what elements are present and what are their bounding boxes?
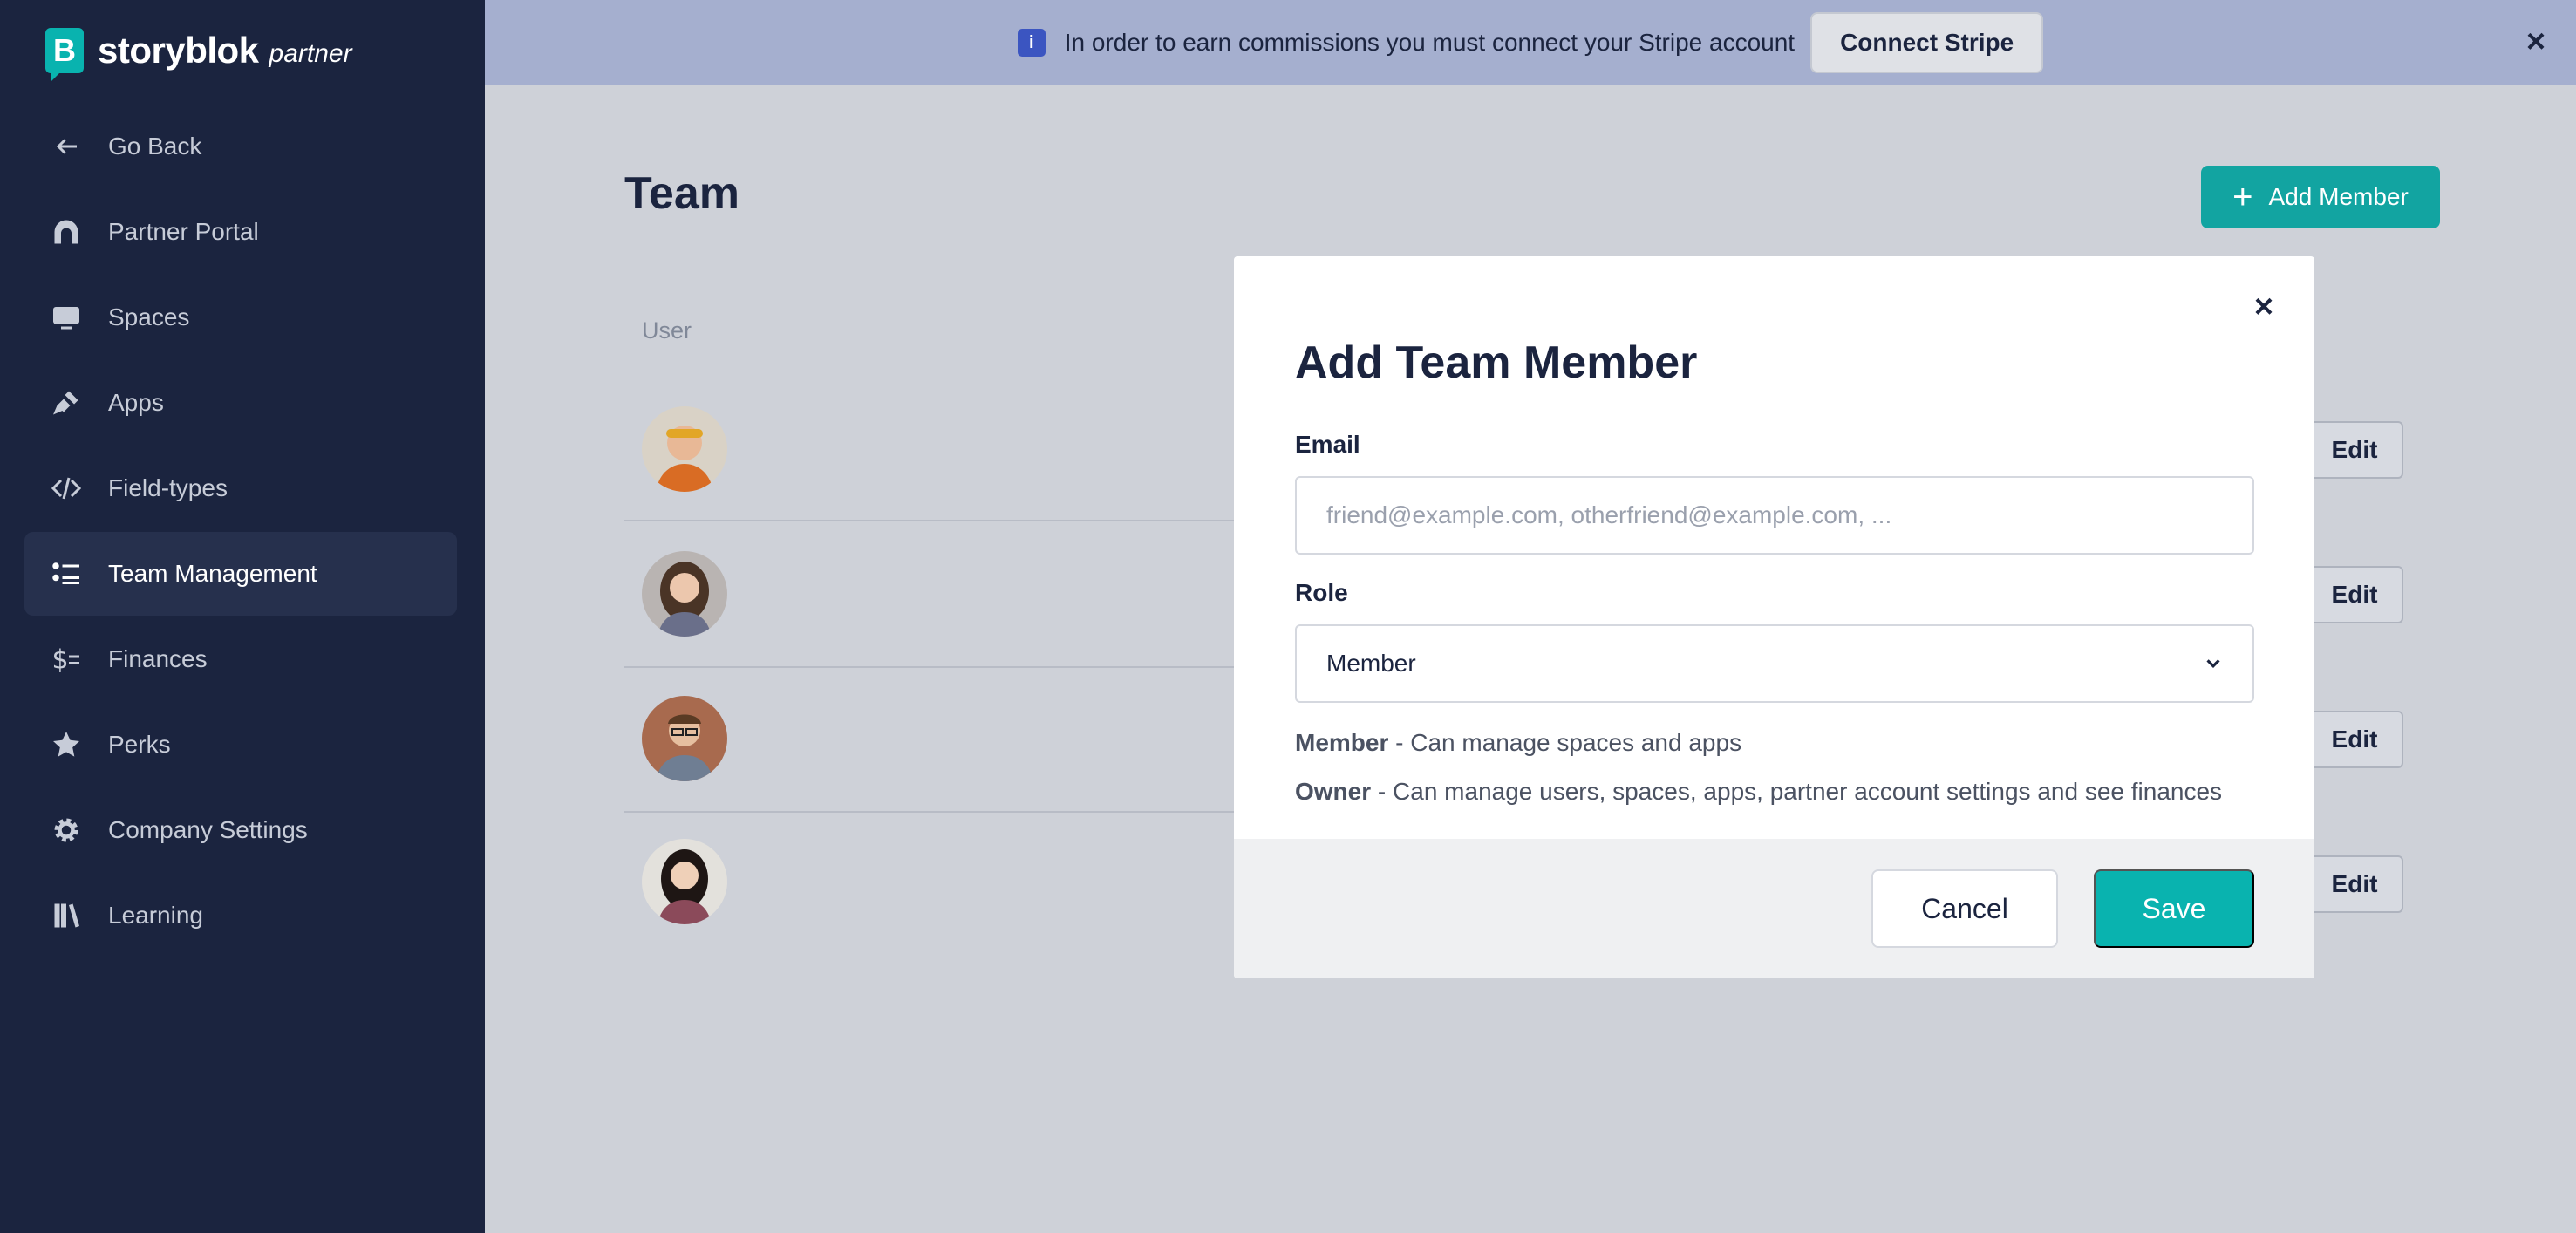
role-description-member: Member - Can manage spaces and apps	[1295, 729, 1741, 757]
role-select[interactable]: Member	[1295, 624, 2254, 703]
brand-name: storyblok	[98, 30, 259, 71]
books-icon	[51, 900, 82, 931]
role-label: Role	[1295, 579, 1348, 606]
sidebar-item-perks[interactable]: Perks	[24, 703, 457, 787]
save-button[interactable]: Save	[2094, 869, 2254, 948]
sidebar-item-label: Learning	[108, 902, 203, 929]
svg-text:$: $	[52, 645, 69, 676]
stripe-banner: i In order to earn commissions you must …	[485, 0, 2576, 85]
sidebar-item-label: Partner Portal	[108, 218, 259, 245]
brand-sub: partner	[269, 39, 352, 68]
info-icon: i	[1017, 29, 1046, 57]
edit-button[interactable]: Edit	[2306, 566, 2403, 623]
sidebar-item-label: Finances	[108, 645, 208, 672]
sidebar-item-label: Apps	[108, 389, 164, 416]
arrow-left-icon	[51, 131, 82, 162]
email-label: Email	[1295, 431, 1360, 458]
sidebar-item-team-management[interactable]: Team Management	[24, 532, 457, 616]
sidebar-item-learning[interactable]: Learning	[24, 874, 457, 957]
modal-title: Add Team Member	[1295, 337, 1698, 388]
sidebar-item-field-types[interactable]: Field-types	[24, 446, 457, 530]
logo[interactable]: B storyblok partner	[45, 28, 352, 82]
modal-footer: Cancel Save	[1234, 839, 2314, 978]
add-member-button[interactable]: + Add Member	[2201, 166, 2440, 228]
role-desc-text: - Can manage spaces and apps	[1388, 729, 1742, 756]
main-content: i In order to earn commissions you must …	[485, 0, 2576, 1233]
portal-icon	[51, 216, 82, 248]
sidebar-item-label: Perks	[108, 731, 171, 758]
role-term: Owner	[1295, 778, 1372, 805]
star-icon	[51, 729, 82, 760]
cancel-button[interactable]: Cancel	[1871, 869, 2058, 948]
role-select-value: Member	[1326, 650, 1416, 677]
code-icon	[51, 473, 82, 504]
avatar	[642, 839, 727, 924]
sidebar-item-finances[interactable]: $ Finances	[24, 617, 457, 701]
connect-stripe-button[interactable]: Connect Stripe	[1810, 12, 2044, 73]
banner-text: In order to earn commissions you must co…	[1064, 29, 1796, 56]
sidebar-item-spaces[interactable]: Spaces	[24, 276, 457, 359]
storyblok-logo-icon: B	[45, 28, 84, 82]
edit-button[interactable]: Edit	[2306, 421, 2403, 479]
gear-icon	[51, 814, 82, 846]
monitor-icon	[51, 302, 82, 333]
sidebar-item-label: Spaces	[108, 303, 190, 330]
role-desc-text: - Can manage users, spaces, apps, partne…	[1371, 778, 2223, 805]
sidebar-item-apps[interactable]: Apps	[24, 361, 457, 445]
edit-button[interactable]: Edit	[2306, 855, 2403, 913]
sidebar-item-label: Field-types	[108, 474, 228, 501]
edit-button[interactable]: Edit	[2306, 711, 2403, 768]
chevron-down-icon	[2206, 659, 2220, 669]
sidebar-item-partner-portal[interactable]: Partner Portal	[24, 190, 457, 274]
sidebar-item-go-back[interactable]: Go Back	[24, 105, 457, 188]
close-icon[interactable]: ×	[2248, 290, 2280, 324]
list-icon	[51, 558, 82, 589]
column-header-user: User	[642, 317, 692, 344]
sidebar-item-label: Go Back	[108, 133, 202, 160]
app-root: B storyblok partner Go Back Partner Port…	[0, 0, 2576, 1233]
sidebar-nav: Go Back Partner Portal Spaces Apps Field…	[24, 105, 457, 959]
email-field[interactable]	[1295, 476, 2254, 555]
sidebar: B storyblok partner Go Back Partner Port…	[0, 0, 485, 1233]
dollar-icon: $	[51, 644, 82, 675]
avatar	[642, 696, 727, 781]
sidebar-item-company-settings[interactable]: Company Settings	[24, 788, 457, 872]
add-member-label: Add Member	[2268, 183, 2409, 210]
add-team-member-modal: × Add Team Member Email Role Member Memb…	[1234, 256, 2314, 978]
page-title: Team	[624, 168, 739, 219]
plug-icon	[51, 387, 82, 419]
avatar	[642, 406, 727, 492]
role-term: Member	[1295, 729, 1389, 756]
role-description-owner: Owner - Can manage users, spaces, apps, …	[1295, 778, 2222, 806]
plus-icon: +	[2232, 178, 2253, 216]
sidebar-item-label: Company Settings	[108, 816, 308, 843]
avatar	[642, 551, 727, 637]
close-icon[interactable]: ×	[2520, 25, 2552, 58]
sidebar-item-label: Team Management	[108, 560, 317, 587]
